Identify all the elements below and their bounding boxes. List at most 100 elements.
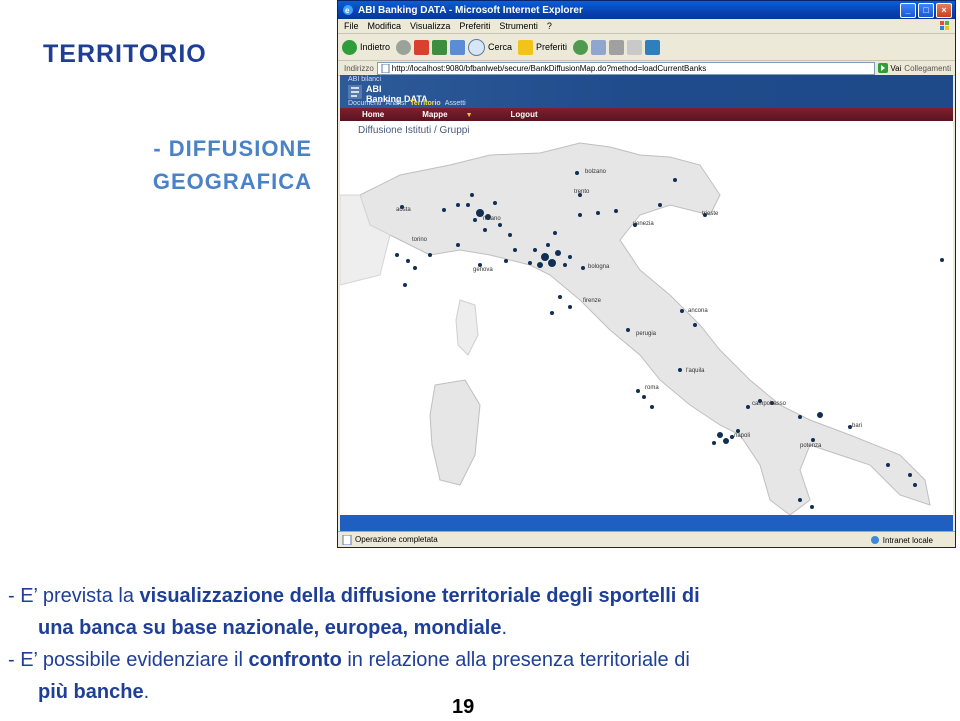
top-nav-documenti[interactable]: Documenti [348,100,381,107]
menu-strumenti[interactable]: Strumenti [499,21,538,31]
bullet-1-text: prevista la [37,585,140,607]
map-marker [473,218,477,222]
map-marker [546,243,550,247]
map-marker [673,178,677,182]
print-icon[interactable] [609,39,625,55]
close-button[interactable]: × [936,3,952,18]
menu-bar: File Modifica Visualizza Preferiti Strum… [338,19,955,34]
edit-icon[interactable] [627,39,643,55]
favorites-label[interactable]: Preferiti [536,42,567,52]
city-label-ancona: ancona [688,308,708,314]
top-nav-territorio[interactable]: Territorio [410,100,441,107]
map-marker [658,203,662,207]
city-label-genova: genova [473,267,493,273]
forward-icon[interactable] [396,39,412,55]
city-label-campobasso: campobasso [752,401,787,407]
italy-map[interactable]: bolzano trento trieste venezia aosta mil… [340,135,953,515]
app-navbar: Home Mappe ▼ Logout [340,108,953,121]
map-marker [908,473,912,477]
city-label-trento: trento [574,189,590,195]
abi-logo-mark-icon [348,85,362,99]
map-marker [810,505,814,509]
mail-icon[interactable] [591,39,607,55]
history-icon[interactable] [573,39,589,55]
map-marker [811,438,815,442]
map-marker [508,233,512,237]
map-marker [456,203,460,207]
corsica-island [455,299,479,356]
map-marker [442,208,446,212]
menu-modifica[interactable]: Modifica [368,21,402,31]
browser-titlebar: e ABI Banking DATA - Microsoft Internet … [338,1,955,19]
bullet-1-line-2: una banca su base nazionale, europea, mo… [8,612,953,644]
map-marker [614,209,618,213]
favorites-icon[interactable] [518,39,534,55]
nav-home[interactable]: Home [362,110,384,119]
city-label-bari: bari [852,423,863,429]
ie-icon: e [343,5,353,15]
subtitle-line-1: - DIFFUSIONE [153,136,312,161]
zone-text: Intranet locale [882,535,933,545]
bullet-2-text-2: in relazione alla presenza territoriale … [341,649,690,671]
map-marker [403,283,407,287]
map-marker [575,171,579,175]
map-marker [693,323,697,327]
menu-file[interactable]: File [344,21,359,31]
bullet-1-line-1: - E’ prevista la visualizzazione della d… [8,580,953,612]
city-label-napoli: napoli [734,433,751,439]
maximize-button[interactable]: □ [918,3,934,18]
map-marker [940,258,944,262]
map-marker [541,253,549,261]
go-button[interactable]: Vai [878,63,901,73]
map-marker [504,259,508,263]
address-input[interactable]: http://localhost:9080/bfbanlweb/secure/B… [376,61,876,75]
city-label-milano: milano [483,216,501,222]
city-label-firenze: firenze [583,298,602,304]
messenger-icon[interactable] [645,39,661,55]
bullet-1-bold: visualizzazione della diffusione territo… [139,585,700,607]
map-marker [406,259,410,263]
menu-help[interactable]: ? [547,21,552,31]
map-marker [578,213,582,217]
map-marker [712,441,716,445]
map-marker [636,389,640,393]
menu-visualizza[interactable]: Visualizza [410,21,450,31]
map-marker [456,243,460,247]
map-marker [428,253,432,257]
address-bar: Indirizzo http://localhost:9080/bfbanlwe… [338,61,955,76]
sardinia-island [429,379,481,486]
logo-line-1: ABI [366,84,382,94]
app-header: ABI bilanci ABI Banking DATA Documenti A… [340,75,953,108]
minimize-button[interactable]: _ [900,3,916,18]
map-marker [548,259,556,267]
map-marker [466,203,470,207]
refresh-icon[interactable] [432,39,448,55]
map-marker [581,266,585,270]
top-nav-assetti[interactable]: Assetti [445,100,466,107]
map-marker [798,498,802,502]
nav-logout[interactable]: Logout [511,110,538,119]
map-marker [746,405,750,409]
map-marker [493,201,497,205]
back-icon[interactable] [342,39,357,55]
city-label-perugia: perugia [636,331,657,337]
search-icon[interactable] [468,38,486,56]
back-label[interactable]: Indietro [360,42,390,52]
go-arrow-icon [878,63,889,73]
search-label[interactable]: Cerca [488,42,512,52]
done-page-icon [342,534,352,545]
nav-mappe[interactable]: Mappe ▼ [422,110,472,119]
home-icon[interactable] [450,39,466,55]
map-marker [596,211,600,215]
toolbar: Indietro Cerca Preferiti [338,34,955,61]
map-marker [626,328,630,332]
slide-title: TERRITORIO [43,40,207,68]
links-label[interactable]: Collegamenti [904,64,951,73]
map-marker [537,262,543,268]
stop-icon[interactable] [414,39,430,55]
status-text: Operazione completata [355,535,438,544]
slide-subtitle: - DIFFUSIONE GEOGRAFICA [100,132,312,198]
menu-preferiti[interactable]: Preferiti [459,21,490,31]
bullet-1-dash: - E’ [8,585,38,607]
top-nav-analisi[interactable]: Analisi [385,100,406,107]
